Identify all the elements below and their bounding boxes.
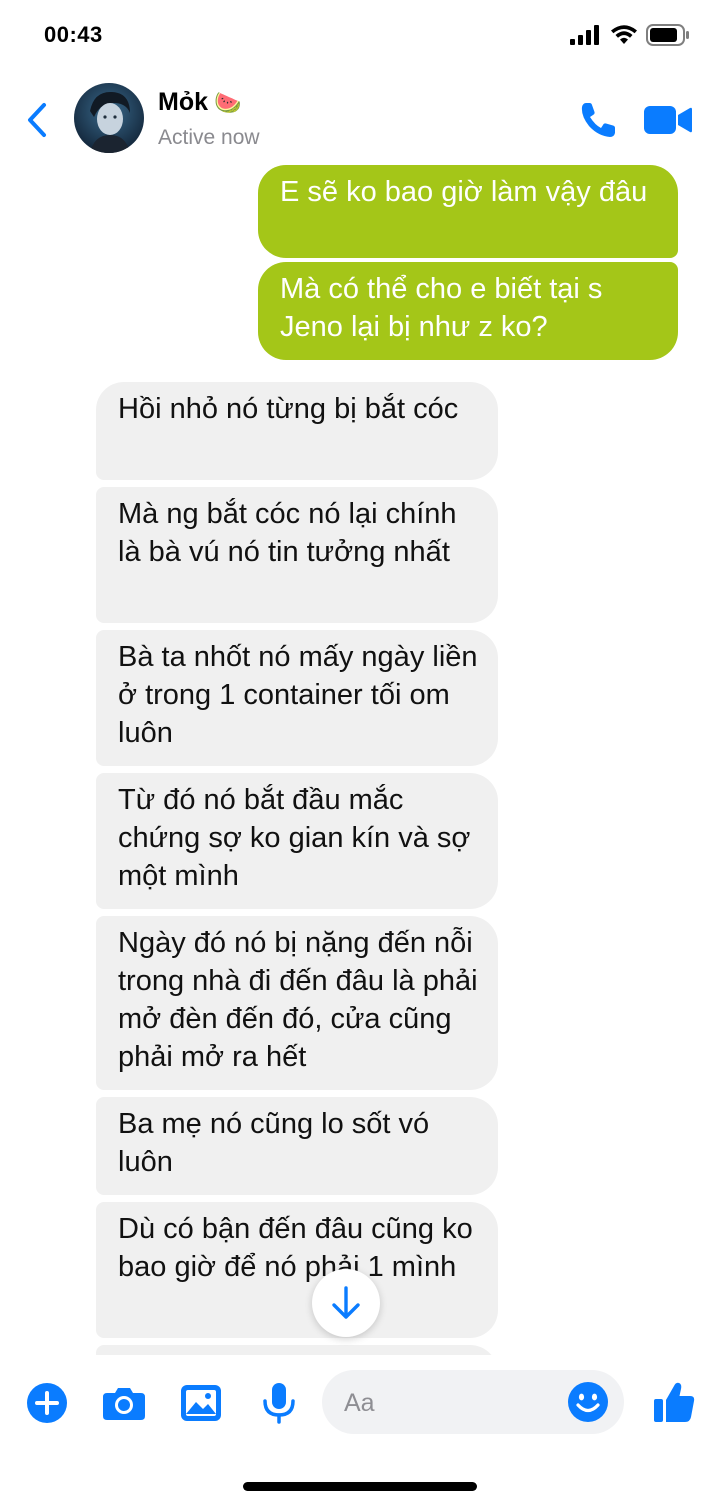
message-text: Dù có bận đến đâu cũng ko bao giờ để nó … bbox=[118, 1213, 473, 1283]
voice-call-button[interactable] bbox=[578, 100, 618, 140]
message-input[interactable] bbox=[342, 1382, 556, 1424]
image-icon bbox=[181, 1385, 221, 1421]
like-button[interactable] bbox=[650, 1378, 698, 1426]
message-bubble-incoming[interactable]: Ngày đó nó bị nặng đến nỗi trong nhà đi … bbox=[96, 916, 498, 1090]
contact-name[interactable]: Mỏk 🍉 bbox=[158, 88, 241, 117]
video-camera-icon bbox=[644, 106, 692, 134]
contact-name-text: Mỏk bbox=[158, 88, 208, 116]
scroll-to-bottom-button[interactable] bbox=[312, 1269, 380, 1337]
status-icons bbox=[570, 24, 690, 46]
message-text: Mà có thể cho e biết tại s Jeno lại bị n… bbox=[280, 273, 603, 343]
voice-message-button[interactable] bbox=[256, 1380, 302, 1426]
message-list[interactable]: E sẽ ko bao giờ làm vậy đâu Mà có thể ch… bbox=[0, 165, 720, 1355]
signal-icon bbox=[570, 25, 599, 45]
message-text: E sẽ ko bao giờ làm vậy đâu bbox=[280, 176, 648, 208]
message-text: Từ đó nó bắt đầu mắc chứng sợ ko gian kí… bbox=[118, 784, 471, 892]
message-text: Ba mẹ nó cũng lo sốt vó luôn bbox=[118, 1108, 430, 1178]
watermelon-emoji: 🍉 bbox=[214, 89, 242, 115]
message-bubble-outgoing[interactable]: Mà có thể cho e biết tại s Jeno lại bị n… bbox=[258, 262, 678, 360]
add-button[interactable] bbox=[24, 1380, 70, 1426]
message-input-field[interactable] bbox=[322, 1370, 624, 1434]
composer-bar bbox=[0, 1360, 720, 1450]
message-text: Hồi nhỏ nó từng bị bắt cóc bbox=[118, 393, 459, 425]
status-bar: 00:43 bbox=[0, 0, 720, 70]
camera-icon bbox=[103, 1388, 145, 1420]
message-bubble-partial[interactable] bbox=[96, 1345, 498, 1355]
contact-status: Active now bbox=[158, 126, 260, 149]
message-bubble-incoming[interactable]: Bà ta nhốt nó mấy ngày liền ở trong 1 co… bbox=[96, 630, 498, 766]
phone-icon bbox=[581, 103, 615, 137]
back-button[interactable] bbox=[22, 100, 52, 140]
message-bubble-incoming[interactable]: Dù có bận đến đâu cũng ko bao giờ để nó … bbox=[96, 1202, 498, 1338]
message-text: Bà ta nhốt nó mấy ngày liền ở trong 1 co… bbox=[118, 641, 478, 749]
message-bubble-incoming[interactable]: Từ đó nó bắt đầu mắc chứng sợ ko gian kí… bbox=[96, 773, 498, 909]
avatar[interactable] bbox=[74, 83, 144, 153]
message-text: Mà ng bắt cóc nó lại chính là bà vú nó t… bbox=[118, 498, 457, 568]
message-bubble-outgoing[interactable]: E sẽ ko bao giờ làm vậy đâu bbox=[258, 165, 678, 258]
smiley-icon bbox=[568, 1382, 608, 1422]
plus-circle-icon bbox=[27, 1383, 67, 1423]
home-indicator bbox=[243, 1482, 477, 1491]
battery-icon bbox=[646, 24, 689, 46]
avatar-image bbox=[74, 83, 144, 153]
camera-button[interactable] bbox=[101, 1380, 147, 1426]
message-bubble-incoming[interactable]: Hồi nhỏ nó từng bị bắt cóc bbox=[96, 382, 498, 480]
emoji-button[interactable] bbox=[566, 1380, 610, 1424]
message-bubble-incoming[interactable]: Ba mẹ nó cũng lo sốt vó luôn bbox=[96, 1097, 498, 1195]
wifi-icon bbox=[611, 25, 637, 44]
gallery-button[interactable] bbox=[178, 1380, 224, 1426]
arrow-down-icon bbox=[332, 1286, 360, 1319]
chevron-left-icon bbox=[28, 103, 46, 137]
message-bubble-incoming[interactable]: Mà ng bắt cóc nó lại chính là bà vú nó t… bbox=[96, 487, 498, 623]
status-time: 00:43 bbox=[44, 22, 103, 47]
microphone-icon bbox=[263, 1383, 295, 1424]
thumbs-up-icon bbox=[654, 1382, 695, 1422]
message-text: Ngày đó nó bị nặng đến nỗi trong nhà đi … bbox=[118, 927, 478, 1073]
conversation-header: Mỏk 🍉 Active now bbox=[0, 70, 720, 170]
video-call-button[interactable] bbox=[642, 100, 694, 140]
